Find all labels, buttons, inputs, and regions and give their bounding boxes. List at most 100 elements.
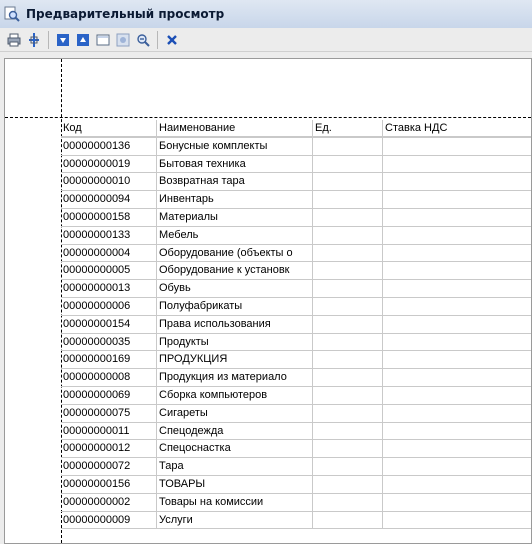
cell-unit	[313, 297, 383, 315]
table-row: 00000000008 Продукция из материало	[61, 369, 531, 387]
cell-unit	[313, 280, 383, 297]
cell-unit	[313, 386, 383, 404]
zoom-in-button[interactable]	[113, 30, 133, 50]
cell-vat-rate	[383, 156, 531, 173]
cell-name: Материалы	[157, 208, 313, 226]
fit-page-icon	[29, 32, 39, 47]
cell-vat-rate	[383, 316, 531, 333]
header-vat-rate: Ставка НДС	[383, 120, 531, 137]
page-view-icon	[96, 34, 110, 45]
print-icon	[7, 33, 21, 46]
cell-name: Спецодежда	[157, 422, 313, 440]
cell-vat-rate	[383, 369, 531, 386]
cell-unit	[313, 458, 383, 475]
cell-code: 00000000002	[61, 493, 157, 511]
cell-code: 00000000169	[61, 351, 157, 369]
cell-code: 00000000013	[61, 280, 157, 297]
cell-vat-rate	[383, 298, 531, 315]
cell-code: 00000000004	[61, 244, 157, 262]
cell-unit	[313, 244, 383, 262]
cell-vat-rate	[383, 280, 531, 297]
page-view-button[interactable]	[93, 30, 113, 50]
cell-vat-rate	[383, 173, 531, 190]
table-row: 00000000002 Товары на комиссии	[61, 493, 531, 512]
cell-name: Сигареты	[157, 404, 313, 422]
cell-name: Инвентарь	[157, 191, 313, 208]
cell-name: Мебель	[157, 226, 313, 244]
zoom-out-button[interactable]	[133, 30, 153, 50]
table-row: 00000000009 Услуги	[61, 511, 531, 530]
cell-unit	[313, 208, 383, 226]
close-icon	[167, 34, 177, 45]
cell-name: ПРОДУКЦИЯ	[157, 351, 313, 369]
cell-name: ТОВАРЫ	[157, 475, 313, 493]
next-page-button[interactable]	[53, 30, 73, 50]
cell-code: 00000000009	[61, 511, 157, 529]
cell-unit	[313, 422, 383, 440]
table-row: 00000000154 Права использования	[61, 315, 531, 334]
report-table: Код Наименование Ед. Ставка НДС 00000000…	[61, 120, 531, 530]
cell-vat-rate	[383, 405, 531, 422]
cell-vat-rate	[383, 245, 531, 262]
table-row: 00000000004 Оборудование (объекты о	[61, 244, 531, 263]
print-button[interactable]	[4, 30, 24, 50]
prev-page-icon	[77, 33, 89, 46]
cell-unit	[313, 493, 383, 511]
toolbar-separator	[48, 30, 49, 49]
cell-code: 00000000005	[61, 262, 157, 280]
cell-unit	[313, 475, 383, 493]
cell-code: 00000000136	[61, 137, 157, 155]
fit-page-button[interactable]	[24, 30, 44, 50]
cell-name: Спецоснастка	[157, 440, 313, 458]
preview-magnifier-icon	[4, 6, 20, 22]
cell-name: Продукты	[157, 333, 313, 351]
next-page-icon	[57, 33, 69, 46]
table-row: 00000000156 ТОВАРЫ	[61, 475, 531, 494]
cell-name: Оборудование к установк	[157, 262, 313, 280]
cell-vat-rate	[383, 227, 531, 244]
cell-code: 00000000008	[61, 369, 157, 386]
cell-code: 00000000010	[61, 173, 157, 191]
cell-vat-rate	[383, 351, 531, 368]
cell-unit	[313, 315, 383, 333]
cell-vat-rate	[383, 209, 531, 226]
toolbar-separator	[157, 30, 158, 49]
cell-unit	[313, 404, 383, 422]
cell-name: Товары на комиссии	[157, 493, 313, 511]
cell-code: 00000000011	[61, 422, 157, 440]
cell-name: Тара	[157, 458, 313, 475]
cell-code: 00000000156	[61, 475, 157, 493]
window-title: Предварительный просмотр	[26, 7, 225, 21]
prev-page-button[interactable]	[73, 30, 93, 50]
preview-window: Предварительный просмотр Код Наименовани…	[0, 0, 532, 544]
cell-vat-rate	[383, 476, 531, 493]
cell-code: 00000000006	[61, 297, 157, 315]
preview-canvas[interactable]: Код Наименование Ед. Ставка НДС 00000000…	[4, 58, 532, 544]
table-row: 00000000019 Бытовая техника	[61, 155, 531, 174]
zoom-out-icon	[137, 33, 150, 47]
table-row: 00000000075 Сигареты	[61, 404, 531, 423]
cell-unit	[313, 137, 383, 155]
cell-vat-rate	[383, 334, 531, 351]
cell-code: 00000000094	[61, 191, 157, 208]
cell-vat-rate	[383, 494, 531, 511]
cell-name: Бонусные комплекты	[157, 137, 313, 155]
cell-name: Бытовая техника	[157, 155, 313, 173]
table-row: 00000000094 Инвентарь	[61, 191, 531, 209]
cell-vat-rate	[383, 387, 531, 404]
cell-unit	[313, 155, 383, 173]
toolbar	[0, 28, 532, 52]
table-row: 00000000013 Обувь	[61, 280, 531, 298]
header-code: Код	[61, 120, 157, 137]
close-preview-button[interactable]	[162, 30, 182, 50]
cell-unit	[313, 226, 383, 244]
table-row: 00000000012 Спецоснастка	[61, 440, 531, 459]
table-header-row: Код Наименование Ед. Ставка НДС	[61, 120, 531, 138]
zoom-in-icon	[116, 33, 130, 46]
cell-unit	[313, 440, 383, 458]
table-row: 00000000010 Возвратная тара	[61, 173, 531, 192]
table-row: 00000000035 Продукты	[61, 333, 531, 352]
cell-code: 00000000012	[61, 440, 157, 458]
cell-unit	[313, 333, 383, 351]
header-unit: Ед.	[313, 120, 383, 137]
